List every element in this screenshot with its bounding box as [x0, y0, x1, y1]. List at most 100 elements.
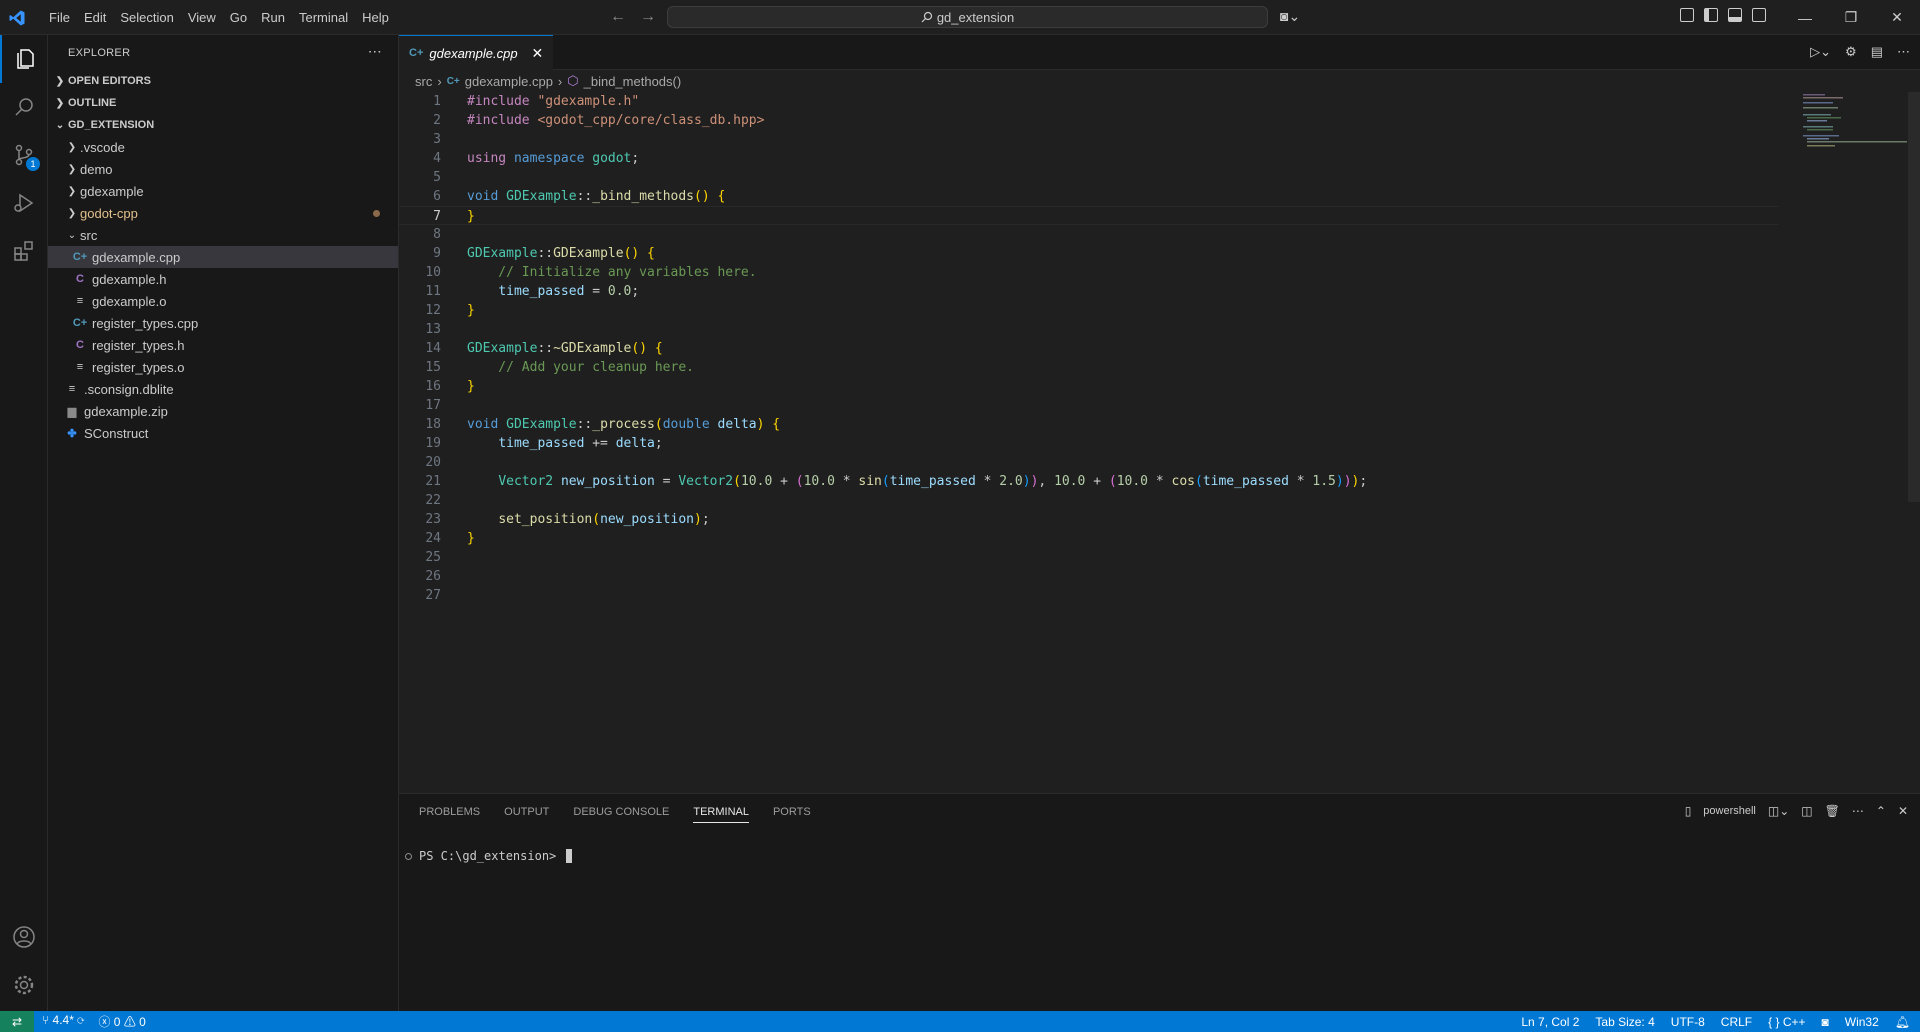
copilot-menu-icon[interactable]: ◙⌄ [1280, 8, 1300, 25]
split-terminal-icon[interactable]: ◫ [1801, 804, 1812, 818]
code-line: 6 void GDExample::_bind_methods() { [399, 187, 1779, 206]
tree-item[interactable]: ❯ gdexample [48, 180, 398, 202]
explorer-icon[interactable] [0, 35, 48, 83]
close-tab-icon[interactable]: ✕ [532, 45, 544, 62]
shell-label[interactable]: powershell [1703, 805, 1756, 817]
code-token: :: [576, 417, 593, 432]
extensions-icon[interactable] [0, 227, 48, 275]
branch-indicator[interactable]: ⑂ 4.4* ⟳ [42, 1013, 84, 1030]
encoding[interactable]: UTF-8 [1671, 1015, 1705, 1029]
code-editor[interactable]: 1 #include "gdexample.h" 2 #include <godot_… [399, 92, 1779, 605]
cursor-position[interactable]: Ln 7, Col 2 [1521, 1015, 1579, 1029]
platform[interactable]: Win32 [1845, 1015, 1879, 1029]
toggle-panel-icon[interactable] [1728, 8, 1742, 22]
tree-item[interactable]: ⌄ src [48, 224, 398, 246]
menu-selection[interactable]: Selection [113, 10, 180, 25]
line-number: 11 [425, 284, 441, 299]
code-token: #include [467, 113, 538, 128]
tree-item[interactable]: C+ register_types.cpp [48, 312, 398, 334]
code-token: Vector2 [678, 474, 734, 489]
tree-item[interactable]: ≡ .sconsign.dblite [48, 378, 398, 400]
terminal-output[interactable]: PS C:\gd_extension> [405, 849, 573, 863]
menu-file[interactable]: File [42, 10, 77, 25]
tree-item[interactable]: ▆ gdexample.zip [48, 400, 398, 422]
menu-view[interactable]: View [181, 10, 223, 25]
menu-edit[interactable]: Edit [77, 10, 113, 25]
source-control-icon[interactable]: 1 [0, 131, 48, 179]
maximize-panel-icon[interactable]: ⌃ [1876, 804, 1886, 818]
tree-item[interactable]: Cregister_types.h [48, 334, 398, 356]
close-panel-icon[interactable]: ✕ [1898, 804, 1908, 818]
menu-run[interactable]: Run [254, 10, 292, 25]
tab-size[interactable]: Tab Size: 4 [1595, 1015, 1654, 1029]
tree-item[interactable]: ❯ demo [48, 158, 398, 180]
toggle-secondary-sidebar-icon[interactable] [1752, 8, 1766, 22]
breadcrumb-item[interactable]: _bind_methods() [584, 74, 682, 89]
tree-item[interactable]: ≡ gdexample.o [48, 290, 398, 312]
tree-item[interactable]: C+ gdexample.cpp [48, 246, 398, 268]
run-debug-icon[interactable] [0, 179, 48, 227]
tab-gdexample-cpp[interactable]: C+ gdexample.cpp ✕ [399, 35, 554, 70]
tab-ports[interactable]: PORTS [773, 806, 811, 818]
tree-item[interactable]: ✤ SConstruct [48, 422, 398, 444]
tree-item-label: SConstruct [84, 425, 149, 441]
manage-gear-icon[interactable] [0, 961, 48, 1009]
copilot-status-icon[interactable]: ◙ [1822, 1015, 1829, 1029]
minimize-icon[interactable]: — [1782, 0, 1828, 35]
run-file-icon[interactable]: ▷⌄ [1810, 44, 1831, 60]
menu-go[interactable]: Go [223, 10, 254, 25]
tree-item-label: godot-cpp [80, 205, 138, 221]
tree-item-label: gdexample.cpp [92, 249, 181, 265]
tree-item[interactable]: Cgdexample.h [48, 268, 398, 290]
code-token: += [584, 436, 616, 451]
section-outline[interactable]: ❯ OUTLINE [48, 92, 398, 114]
restore-icon[interactable]: ❐ [1828, 0, 1874, 35]
chevron-right-icon: › [557, 73, 563, 89]
back-arrow-icon[interactable]: ← [610, 8, 626, 26]
chevron-right-icon: ❯ [67, 207, 77, 219]
tree-item[interactable]: ❯ .vscode [48, 136, 398, 158]
menu-help[interactable]: Help [355, 10, 396, 25]
breadcrumb-item[interactable]: gdexample.cpp [465, 74, 553, 89]
command-center-search[interactable]: gd_extension [667, 6, 1268, 28]
header-file-icon: C [76, 339, 84, 351]
tab-problems[interactable]: PROBLEMS [419, 806, 480, 818]
minimap[interactable] [1798, 92, 1908, 152]
more-panel-actions-icon[interactable]: ⋯ [1852, 804, 1864, 818]
more-actions-icon[interactable]: ⋯ [368, 43, 382, 60]
section-open-editors[interactable]: ❯ OPEN EDITORS [48, 70, 398, 92]
language-mode[interactable]: { } C++ [1768, 1015, 1805, 1029]
tab-output[interactable]: OUTPUT [504, 806, 549, 818]
code-token: // Initialize any variables here. [467, 265, 757, 280]
new-terminal-icon[interactable]: ◫⌄ [1768, 804, 1789, 818]
tree-item[interactable]: ❯ godot-cpp [48, 202, 398, 224]
trash-icon[interactable]: 🗑 [1825, 804, 1840, 818]
code-token: GDExample [553, 246, 624, 261]
line-content: using namespace godot; [467, 149, 639, 168]
toggle-primary-sidebar-icon[interactable] [1704, 8, 1718, 22]
line-content: } [467, 377, 475, 396]
settings-gear-icon[interactable]: ⚙ [1845, 44, 1857, 60]
remote-indicator-icon[interactable]: ⇄ [0, 1011, 34, 1032]
tree-item[interactable]: ≡ register_types.o [48, 356, 398, 378]
customize-layout-icon[interactable] [1680, 8, 1694, 22]
code-token: { [772, 417, 781, 432]
line-ending[interactable]: CRLF [1721, 1015, 1752, 1029]
tab-terminal[interactable]: TERMINAL [693, 806, 749, 823]
code-token: * [1288, 474, 1313, 489]
problems-indicator[interactable]: ⓧ 0 ⚠ 0 [98, 1013, 145, 1030]
section-project[interactable]: ⌄ GD_EXTENSION [48, 114, 398, 136]
close-window-icon[interactable]: ✕ [1874, 0, 1920, 35]
tab-debug-console[interactable]: DEBUG CONSOLE [573, 806, 669, 818]
forward-arrow-icon[interactable]: → [640, 8, 656, 26]
breadcrumb-item[interactable]: src [415, 74, 432, 89]
search-view-icon[interactable] [0, 83, 48, 131]
notifications-bell-icon[interactable]: 🔔︎ [1895, 1015, 1910, 1029]
vertical-scrollbar[interactable] [1908, 92, 1920, 502]
tree-item-label: gdexample.zip [84, 403, 168, 419]
more-editor-actions-icon[interactable]: ⋯ [1897, 44, 1910, 60]
line-content: // Add your cleanup here. [467, 358, 694, 377]
split-editor-icon[interactable]: ▤ [1871, 44, 1883, 60]
accounts-icon[interactable] [0, 913, 48, 961]
menu-terminal[interactable]: Terminal [292, 10, 355, 25]
